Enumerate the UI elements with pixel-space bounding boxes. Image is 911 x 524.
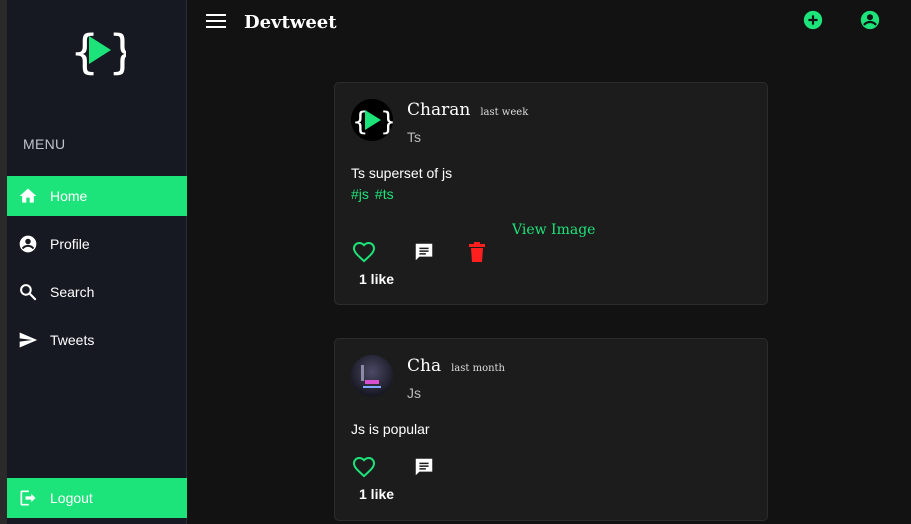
author-name[interactable]: Charan last week — [407, 100, 528, 120]
account-circle-icon — [17, 233, 39, 255]
app-logo-icon: { } — [70, 22, 137, 79]
svg-text:}: } — [380, 107, 393, 137]
sidebar-item-home[interactable]: Home — [7, 176, 187, 216]
avatar[interactable] — [351, 355, 393, 397]
send-icon — [17, 329, 39, 351]
like-heart-icon[interactable] — [351, 239, 377, 265]
comment-icon[interactable] — [411, 454, 437, 480]
tweet-card: Cha last month Js Js is popular 1 like — [334, 338, 768, 521]
account-circle-icon[interactable] — [859, 9, 881, 31]
home-icon — [17, 185, 39, 207]
svg-text:}: } — [108, 25, 126, 78]
hamburger-menu-icon[interactable] — [206, 14, 226, 32]
post-tags: #js #ts — [351, 186, 400, 202]
add-circle-icon[interactable] — [802, 9, 824, 31]
post-body: Js is popular — [351, 421, 430, 437]
menu-label: MENU — [23, 136, 66, 152]
window-edge — [0, 0, 7, 524]
app-window: { } MENU Home Profile Search — [0, 0, 911, 524]
author-name-text: Charan — [407, 100, 471, 120]
sidebar-item-label: Search — [50, 284, 95, 300]
logout-icon — [17, 487, 39, 509]
like-count: 1 like — [359, 271, 395, 287]
sidebar-item-label: Home — [50, 188, 88, 204]
comment-icon[interactable] — [411, 239, 437, 265]
like-count: 1 like — [359, 486, 395, 502]
sidebar-item-profile[interactable]: Profile — [7, 224, 187, 264]
logout-label: Logout — [50, 490, 93, 506]
author-name-text: Cha — [407, 356, 442, 376]
avatar[interactable]: { } — [351, 99, 393, 141]
post-time: last week — [480, 107, 529, 118]
sidebar-item-tweets[interactable]: Tweets — [7, 320, 187, 360]
post-time: last month — [451, 363, 505, 374]
like-heart-icon[interactable] — [351, 454, 377, 480]
view-image-link[interactable]: View Image — [512, 222, 595, 238]
post-body: Ts superset of js — [351, 165, 453, 181]
top-app-bar: Devtweet — [188, 0, 911, 48]
tag-link[interactable]: #ts — [375, 186, 394, 202]
sidebar-item-search[interactable]: Search — [7, 272, 187, 312]
logout-button[interactable]: Logout — [7, 478, 187, 518]
delete-icon[interactable] — [464, 239, 490, 265]
tweet-card: { } Charan last week Ts Ts superset of js… — [334, 82, 768, 305]
sidebar-item-label: Tweets — [50, 332, 95, 348]
post-title: Ts — [407, 129, 421, 145]
post-title: Js — [407, 385, 421, 401]
app-title: Devtweet — [244, 12, 337, 33]
tag-link[interactable]: #js — [351, 186, 369, 202]
author-name[interactable]: Cha last month — [407, 356, 505, 376]
search-icon — [17, 281, 39, 303]
sidebar: { } MENU Home Profile Search — [7, 0, 187, 524]
sidebar-item-label: Profile — [50, 236, 90, 252]
